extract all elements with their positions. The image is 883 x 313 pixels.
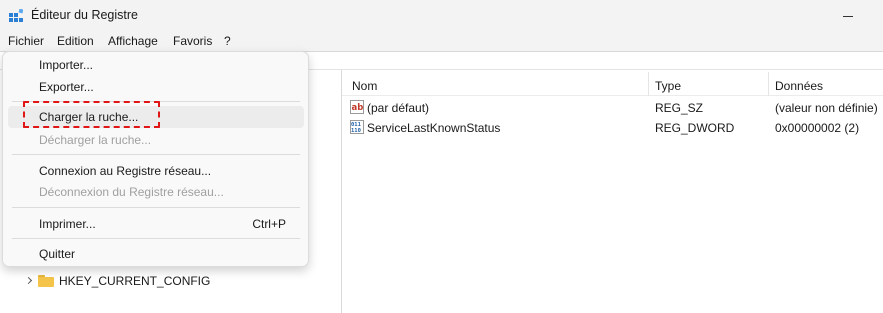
chevron-right-icon[interactable] — [24, 276, 34, 286]
menu-item-label: Connexion au Registre réseau... — [39, 164, 212, 178]
folder-icon — [38, 275, 54, 287]
registry-editor-app-icon — [9, 9, 23, 22]
menu-item-label: Importer... — [39, 58, 94, 72]
menu-separator — [12, 238, 300, 239]
menu-separator — [12, 207, 300, 208]
menu-item-label: Quitter — [39, 247, 76, 261]
menu-item-label: Exporter... — [39, 80, 94, 94]
menu-fichier[interactable]: Fichier — [8, 34, 44, 48]
menu-item-label: Décharger la ruche... — [39, 133, 152, 147]
file-menu-dropdown: Importer... Exporter... Charger la ruche… — [2, 51, 309, 267]
value-name: (par défaut) — [367, 101, 430, 115]
string-value-icon: ab — [350, 100, 364, 114]
column-divider[interactable] — [768, 72, 769, 96]
menu-item-importer[interactable]: Importer... — [8, 54, 304, 76]
value-name: ServiceLastKnownStatus — [367, 121, 501, 135]
menu-separator — [12, 154, 300, 155]
value-data: 0x00000002 (2) — [775, 121, 860, 135]
menu-item-shortcut: Ctrl+P — [252, 217, 286, 231]
menu-item-label: Déconnexion du Registre réseau... — [39, 185, 224, 199]
column-header-nom[interactable]: Nom — [352, 79, 377, 93]
list-row[interactable]: 011 110 ServiceLastKnownStatus REG_DWORD… — [342, 117, 883, 137]
value-type: REG_SZ — [655, 101, 704, 115]
binary-value-icon: 011 110 — [350, 120, 364, 134]
column-header-donnees[interactable]: Données — [775, 79, 823, 93]
svg-text:ab: ab — [352, 103, 364, 113]
highlight-annotation — [23, 101, 160, 128]
tree-item-hkey-current-config[interactable]: HKEY_CURRENT_CONFIG — [24, 272, 210, 290]
menu-item-label: Imprimer... — [39, 217, 96, 231]
menu-item-decharger-ruche: Décharger la ruche... — [8, 129, 304, 151]
svg-text:110: 110 — [351, 128, 361, 134]
menu-edition[interactable]: Edition — [57, 34, 94, 48]
value-data: (valeur non définie) — [775, 101, 878, 115]
minimize-button[interactable] — [833, 8, 863, 24]
menu-item-exporter[interactable]: Exporter... — [8, 76, 304, 98]
list-header: Nom Type Données — [342, 72, 883, 96]
menu-help[interactable]: ? — [224, 34, 231, 48]
menu-favoris[interactable]: Favoris — [173, 34, 212, 48]
column-divider[interactable] — [648, 72, 649, 96]
window-title: Éditeur du Registre — [31, 8, 139, 22]
value-type: REG_DWORD — [655, 121, 735, 135]
menu-item-imprimer[interactable]: Imprimer... Ctrl+P — [8, 213, 304, 235]
menu-item-connexion[interactable]: Connexion au Registre réseau... — [8, 160, 304, 182]
tree-item-label: HKEY_CURRENT_CONFIG — [59, 274, 211, 288]
menu-item-deconnexion: Déconnexion du Registre réseau... — [8, 181, 304, 203]
column-header-type[interactable]: Type — [655, 79, 681, 93]
title-bar: Éditeur du Registre — [0, 0, 883, 32]
menu-item-quitter[interactable]: Quitter — [8, 243, 304, 265]
menu-affichage[interactable]: Affichage — [108, 34, 158, 48]
menu-bar: Fichier Edition Affichage Favoris ? — [0, 32, 883, 51]
list-row[interactable]: ab (par défaut) REG_SZ (valeur non défin… — [342, 97, 883, 117]
